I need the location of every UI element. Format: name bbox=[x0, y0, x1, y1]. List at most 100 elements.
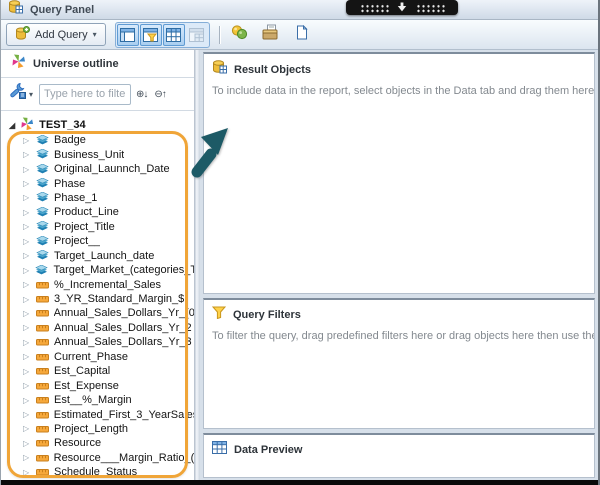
outline-filter-input[interactable] bbox=[39, 83, 132, 105]
measure-icon bbox=[36, 382, 49, 390]
page-title: Query Panel bbox=[30, 3, 95, 16]
tree-item[interactable]: ▷ Est__%_Margin bbox=[1, 393, 194, 407]
collapsed-caret-icon[interactable]: ▷ bbox=[23, 251, 31, 260]
collapsed-caret-icon[interactable]: ▷ bbox=[23, 396, 31, 405]
collapsed-caret-icon[interactable]: ▷ bbox=[23, 280, 31, 289]
tree-item[interactable]: ▷ Original_Launnch_Date bbox=[1, 162, 194, 176]
tree-item[interactable]: ▷ Annual_Sales_Dollars_Yr_3 bbox=[1, 335, 194, 349]
tree-item[interactable]: ▷ Business_Unit bbox=[1, 147, 194, 161]
measure-icon bbox=[36, 353, 49, 361]
measure-icon bbox=[36, 338, 49, 346]
tree-item-label: %_Incremental_Sales bbox=[54, 278, 162, 291]
grip-dots-icon bbox=[415, 2, 445, 13]
title-bar: Query Panel bbox=[1, 0, 598, 20]
collapsed-caret-icon[interactable]: ▷ bbox=[23, 468, 31, 477]
tree-item[interactable]: ▷ Resource___Margin_Ratio_(F bbox=[1, 451, 194, 465]
toggle-query-filters-pane-button[interactable] bbox=[139, 23, 162, 46]
collapsed-caret-icon[interactable]: ▷ bbox=[23, 453, 31, 462]
collapsed-caret-icon[interactable]: ▷ bbox=[23, 165, 31, 174]
collapsed-caret-icon[interactable]: ▷ bbox=[23, 295, 31, 304]
tree-item[interactable]: ▷ Resource bbox=[1, 436, 194, 450]
tree-item-label: Resource___Margin_Ratio_(F bbox=[53, 451, 194, 464]
collapsed-caret-icon[interactable]: ▷ bbox=[23, 338, 31, 347]
universe-outline-title: Universe outline bbox=[33, 57, 119, 70]
tree-item[interactable]: ▷ Estimated_First_3_YearSales bbox=[1, 407, 194, 421]
tree-item[interactable]: ▷ Project_Length bbox=[1, 422, 194, 436]
dimension-icon bbox=[36, 235, 49, 247]
collapsed-caret-icon[interactable]: ▷ bbox=[23, 237, 31, 246]
tree-item[interactable]: ▷ 3_YR_Standard_Margin_$ bbox=[1, 292, 194, 306]
tree-item-label: Project_Length bbox=[54, 422, 128, 435]
tree-item-label: Schedule_Status bbox=[54, 466, 138, 479]
view-script-button[interactable] bbox=[260, 24, 282, 46]
expanded-caret-icon[interactable]: ◢ bbox=[9, 121, 15, 130]
main-area: Universe outline ▾ Type here to filter ⊕… bbox=[1, 50, 598, 480]
filter-funnel-icon bbox=[211, 306, 227, 324]
measure-icon bbox=[36, 425, 49, 433]
tree-item-label: Est_Expense bbox=[54, 379, 119, 392]
tree-item[interactable]: ▷ Annual_Sales_Dollars_Yr_(00 bbox=[1, 306, 194, 320]
measure-icon bbox=[36, 367, 49, 375]
universe-icon bbox=[11, 54, 26, 74]
docking-handle[interactable] bbox=[346, 0, 458, 15]
wrench-icon bbox=[9, 82, 27, 105]
collapsed-caret-icon[interactable]: ▷ bbox=[23, 410, 31, 419]
document-icon bbox=[295, 24, 309, 45]
collapsed-caret-icon[interactable]: ▷ bbox=[23, 352, 31, 361]
universe-outline-header: Universe outline bbox=[1, 50, 194, 78]
outline-options-button[interactable]: ▾ bbox=[6, 81, 36, 107]
tree-item[interactable]: ▷ Est_Expense bbox=[1, 378, 194, 392]
expand-all-button[interactable]: ⊕↓ bbox=[134, 88, 149, 101]
tree-item[interactable]: ▷ Phase_1 bbox=[1, 191, 194, 205]
query-properties-button[interactable] bbox=[229, 24, 251, 46]
filter-row: ▾ ⊕↓ ⊖↑ bbox=[1, 78, 194, 111]
data-preview-section[interactable]: Data Preview bbox=[203, 433, 595, 478]
add-query-button[interactable]: Add Query ▾ bbox=[6, 23, 106, 46]
collapsed-caret-icon[interactable]: ▷ bbox=[23, 381, 31, 390]
collapsed-caret-icon[interactable]: ▷ bbox=[23, 323, 31, 332]
measure-icon bbox=[35, 309, 49, 317]
tree-item[interactable]: ▷ %_Incremental_Sales bbox=[1, 277, 194, 291]
dimension-icon bbox=[36, 178, 49, 189]
collapsed-caret-icon[interactable]: ▷ bbox=[23, 208, 31, 217]
tree-root-test-34[interactable]: ◢ TEST_34 bbox=[1, 116, 194, 133]
tree-item[interactable]: ▷ Schedule_Status bbox=[1, 465, 194, 479]
result-objects-section[interactable]: Result Objects To include data in the re… bbox=[203, 52, 595, 294]
tree-item[interactable]: ▷ Phase bbox=[1, 176, 194, 190]
collapsed-caret-icon[interactable]: ▷ bbox=[23, 193, 31, 202]
tree-item[interactable]: ▷ Target_Market_(categories_TE bbox=[1, 263, 194, 277]
query-filters-section[interactable]: Query Filters To filter the query, drag … bbox=[203, 298, 595, 429]
collapsed-caret-icon[interactable]: ▷ bbox=[23, 309, 31, 318]
tree-item[interactable]: ▷ Product_Line bbox=[1, 205, 194, 219]
document-button[interactable] bbox=[291, 24, 313, 46]
toggle-result-objects-pane-button[interactable] bbox=[116, 23, 139, 46]
result-objects-header: Result Objects bbox=[204, 54, 594, 82]
tree-item-label: Annual_Sales_Dollars_Yr_3 bbox=[54, 336, 192, 349]
query-panel-icon bbox=[8, 0, 23, 19]
measure-icon bbox=[35, 454, 49, 462]
tree-item[interactable]: ▷ Target_Launch_date bbox=[1, 249, 194, 263]
collapsed-caret-icon[interactable]: ▷ bbox=[23, 439, 31, 448]
tree-item[interactable]: ▷ Project_Title bbox=[1, 220, 194, 234]
data-preview-header: Data Preview bbox=[204, 435, 594, 462]
tree-item-label: Annual_Sales_Dollars_Yr_2 bbox=[54, 321, 192, 334]
collapsed-caret-icon[interactable]: ▷ bbox=[23, 266, 30, 275]
tree-item[interactable]: ▷ Annual_Sales_Dollars_Yr_2 bbox=[1, 321, 194, 335]
collapsed-caret-icon[interactable]: ▷ bbox=[23, 424, 31, 433]
collapsed-caret-icon[interactable]: ▷ bbox=[23, 150, 31, 159]
collapsed-caret-icon[interactable]: ▷ bbox=[23, 367, 31, 376]
tree-item-label: Resource bbox=[54, 437, 102, 450]
toggle-secondary-pane-button[interactable] bbox=[186, 24, 208, 46]
chevron-down-icon: ▾ bbox=[29, 89, 34, 99]
query-sections: Result Objects To include data in the re… bbox=[200, 50, 598, 480]
collapsed-caret-icon[interactable]: ▷ bbox=[23, 179, 31, 188]
tree-item[interactable]: ▷ Badge bbox=[1, 133, 194, 147]
collapsed-caret-icon[interactable]: ▷ bbox=[23, 222, 31, 231]
tree-item[interactable]: ▷ Est_Capital bbox=[1, 364, 194, 378]
toggle-data-preview-pane-button[interactable] bbox=[162, 23, 185, 46]
collapse-all-button[interactable]: ⊖↑ bbox=[152, 88, 167, 101]
tree-item[interactable]: ▷ Current_Phase bbox=[1, 350, 194, 364]
tree-item-label: Project__ bbox=[54, 235, 101, 248]
collapsed-caret-icon[interactable]: ▷ bbox=[23, 136, 31, 145]
tree-item[interactable]: ▷ Project__ bbox=[1, 234, 194, 248]
